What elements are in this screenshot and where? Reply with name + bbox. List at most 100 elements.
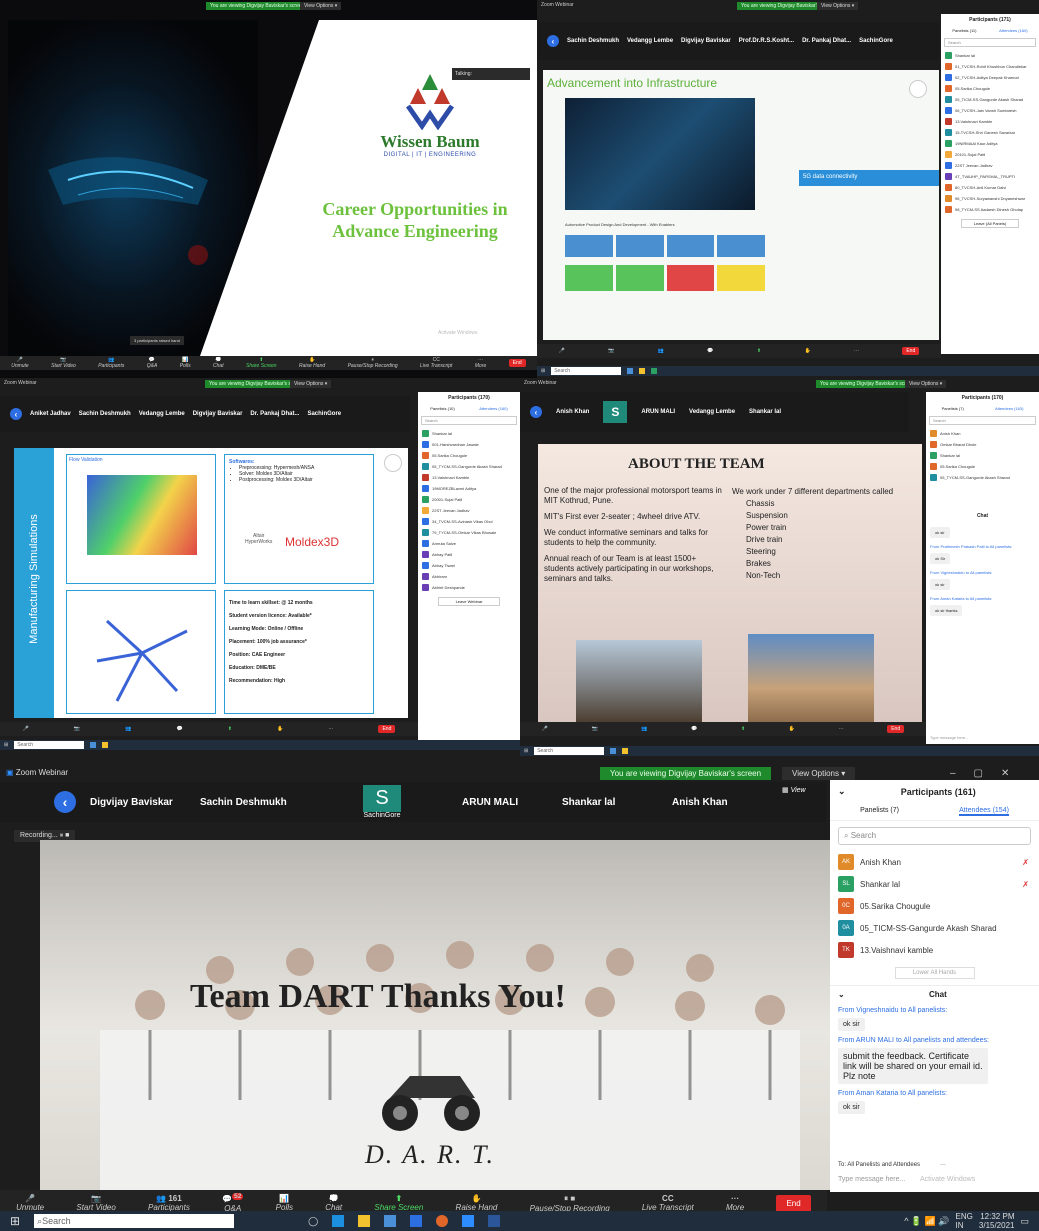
unmute-button[interactable]: 🎤 Unmute: [11, 357, 29, 369]
list-item[interactable]: 05.Sarika Chougule: [926, 461, 1039, 472]
list-item[interactable]: 05_TYCM-SS-Gangurde Akash Sharad: [418, 461, 520, 472]
raise-hand-button[interactable]: ✋ Raise Hand: [299, 357, 325, 369]
participants-button[interactable]: 👥: [125, 726, 131, 732]
list-item[interactable]: 05_TYCM-SS-Gangurde Akash Sharad: [926, 472, 1039, 483]
back-icon[interactable]: ‹: [530, 406, 542, 418]
tab-attendees[interactable]: Attendees (160): [479, 406, 507, 411]
tab-attendees[interactable]: Attendees (163): [995, 406, 1023, 411]
tab-panelists[interactable]: Panelists (7): [860, 807, 899, 816]
list-item[interactable]: 01_TVCSH-Rohit Khushbun Chandlekar: [941, 61, 1039, 72]
start-video-button[interactable]: 📷: [608, 348, 614, 354]
windows-start-icon[interactable]: ⊞: [524, 748, 528, 754]
tab-panelists[interactable]: Panelists (7): [942, 406, 964, 411]
start-video-button[interactable]: 📷: [74, 726, 80, 732]
list-item[interactable]: 15-TVCSH-Shri Ganesh Savarkar: [941, 127, 1039, 138]
chat-input[interactable]: Type message here...: [930, 735, 968, 740]
end-button[interactable]: End: [902, 347, 920, 355]
search-input[interactable]: Search: [929, 416, 1036, 425]
taskbar-search[interactable]: Search: [551, 367, 622, 375]
taskbar-app-icon[interactable]: [90, 742, 97, 748]
list-item[interactable]: Abhay Tiwari: [418, 560, 520, 571]
taskbar-app-icon[interactable]: [622, 748, 629, 754]
lower-all-hands-button[interactable]: Lower All Hands: [894, 967, 975, 979]
taskbar-app-icon[interactable]: [102, 742, 109, 748]
search-input[interactable]: Search: [944, 38, 1036, 47]
unmute-button[interactable]: 🎤: [559, 348, 565, 354]
participants-button[interactable]: 👥: [641, 726, 647, 732]
back-icon[interactable]: ‹: [547, 35, 559, 47]
taskbar-word-icon[interactable]: [488, 1215, 501, 1227]
list-item[interactable]: 05_TICM-SS-Gangurde Akash Sharad: [941, 94, 1039, 105]
search-input[interactable]: Search: [421, 416, 517, 425]
list-item[interactable]: Shankar lal: [926, 450, 1039, 461]
view-button[interactable]: ▦ View: [782, 786, 806, 794]
list-item[interactable]: 02_TVCSH-Aditya Deepak Kharmal: [941, 72, 1039, 83]
list-item[interactable]: 20001-Sujal Patil: [418, 494, 520, 505]
list-item[interactable]: 22ST Jeevan Jadhav: [941, 160, 1039, 171]
list-item[interactable]: AK Anish Khan ✗: [830, 851, 1039, 873]
list-item[interactable]: 79_TYCM-SS-Omkar Vikas Bhosale: [418, 527, 520, 538]
share-screen-button[interactable]: ⬆: [741, 726, 745, 732]
windows-start-icon[interactable]: ⊞: [4, 742, 8, 748]
list-item[interactable]: Shankar lal: [941, 50, 1039, 61]
list-item[interactable]: 13.Vaishnavi Kamble: [418, 472, 520, 483]
end-button[interactable]: End: [776, 1194, 811, 1212]
raise-hand-button[interactable]: ✋: [804, 348, 810, 354]
more-button[interactable]: ···: [328, 726, 333, 732]
search-input[interactable]: ⌕ Search: [838, 827, 1031, 845]
list-item[interactable]: 05.Sarika Chougule: [941, 83, 1039, 94]
more-button[interactable]: ··· More: [726, 1194, 744, 1212]
tab-attendees[interactable]: Attendees (160): [999, 28, 1027, 33]
qa-button[interactable]: 💬: [176, 726, 182, 732]
list-item[interactable]: 06_TVCSH-Jain Vansh Sumtaresh: [941, 105, 1039, 116]
taskbar-search[interactable]: Search: [534, 747, 605, 755]
view-options-button[interactable]: View Options ▾: [300, 2, 342, 10]
polls-button[interactable]: 📊 Polls: [276, 1194, 293, 1212]
list-item[interactable]: 13.Vaishnavi Kamble: [941, 116, 1039, 127]
end-button[interactable]: End: [378, 725, 396, 733]
list-item[interactable]: 20101-Sujal Patil: [941, 149, 1039, 160]
list-item[interactable]: Amruta Salve: [418, 538, 520, 549]
chat-button[interactable]: 💭 Chat: [325, 1194, 342, 1212]
task-view-icon[interactable]: ◯: [308, 1216, 318, 1227]
start-video-button[interactable]: 📷: [592, 726, 598, 732]
list-item[interactable]: 19NIRMAAl Kaur Aditya: [941, 138, 1039, 149]
taskbar-edge-icon[interactable]: [332, 1215, 345, 1227]
windows-start-icon[interactable]: ⊞: [10, 1214, 20, 1228]
view-options-button[interactable]: View Options ▾: [782, 767, 856, 780]
participants-button[interactable]: 👥: [658, 348, 664, 354]
taskbar-app-icon[interactable]: [627, 368, 634, 374]
raise-hand-button[interactable]: ✋: [277, 726, 283, 732]
list-item[interactable]: 22ST Jeevan Jadhav: [418, 505, 520, 516]
taskbar-app-icon[interactable]: [651, 368, 658, 374]
collapse-icon[interactable]: ⌄: [838, 990, 845, 999]
unmute-button[interactable]: 🎤: [542, 726, 548, 732]
raise-hand-button[interactable]: ✋: [789, 726, 795, 732]
list-item[interactable]: Abhirit Deshpande: [418, 582, 520, 593]
participants-button[interactable]: 👥 Participants: [98, 357, 124, 369]
live-transcript-button[interactable]: CC Live Transcript: [642, 1194, 694, 1212]
recording-button[interactable]: ⏸ ■ Pause/Stop Recording: [530, 1194, 610, 1213]
qa-button[interactable]: 💬 Q&A: [147, 357, 158, 369]
unmute-button[interactable]: 🎤: [23, 726, 29, 732]
share-screen-button[interactable]: ⬆ Share Screen: [246, 357, 277, 369]
share-screen-button[interactable]: ⬆: [757, 348, 761, 354]
list-item[interactable]: Abhay Patil: [418, 549, 520, 560]
more-button[interactable]: ···: [839, 726, 844, 732]
collapse-icon[interactable]: ⌄: [838, 786, 846, 797]
start-video-button[interactable]: 📷 Start Video: [51, 357, 76, 369]
end-button[interactable]: End: [887, 725, 905, 733]
list-item[interactable]: SL Shankar lal ✗: [830, 873, 1039, 895]
leave-button[interactable]: Leave Webinar: [438, 597, 500, 606]
leave-button[interactable]: Leave (All Panels): [960, 219, 1020, 228]
polls-button[interactable]: 📊 Polls: [180, 357, 191, 369]
list-item[interactable]: Abhiram: [418, 571, 520, 582]
more-button[interactable]: ··· More: [475, 357, 486, 369]
view-options-button[interactable]: View Options ▾: [905, 380, 947, 388]
taskbar-search[interactable]: ⌕ Search: [34, 1214, 235, 1228]
list-item[interactable]: Shankar lal: [418, 428, 520, 439]
windows-start-icon[interactable]: ⊞: [541, 368, 545, 374]
list-item[interactable]: 0A 05_TICM-SS-Gangurde Akash Sharad: [830, 917, 1039, 939]
tab-panelists[interactable]: Panelists (11): [952, 28, 976, 33]
view-options-button[interactable]: View Options ▾: [290, 380, 332, 388]
